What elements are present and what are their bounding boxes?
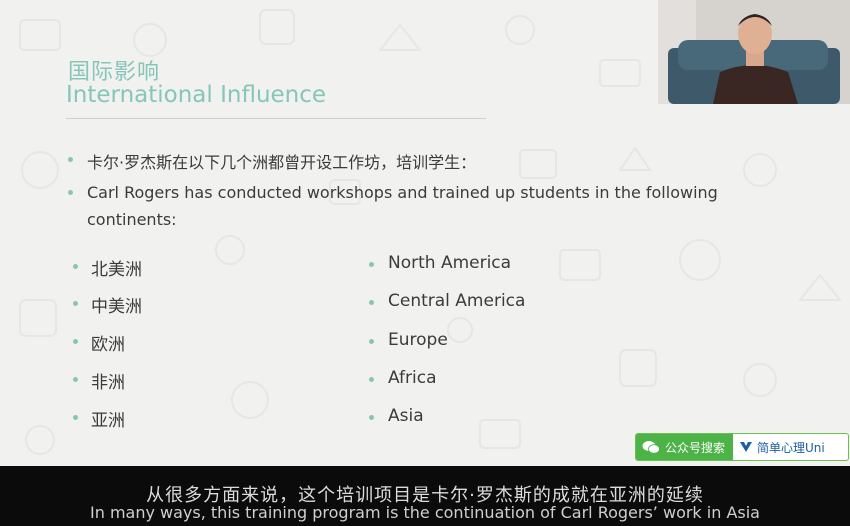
intro-english-line2: continents:: [87, 210, 177, 229]
presenter-video: [658, 0, 850, 104]
title-divider: [66, 118, 486, 119]
presenter-figure: [658, 0, 850, 104]
slide: 国际影响 International Influence 卡尔·罗杰斯在以下几个…: [0, 0, 850, 466]
bullet-dot: [369, 415, 374, 420]
continent-cn-item: 北美洲: [91, 260, 142, 280]
intro-english-line1: Carl Rogers has conducted workshops and …: [87, 183, 718, 202]
bullet-dot: [73, 415, 78, 420]
continent-en-item: North America: [388, 253, 512, 273]
wechat-badge: 公众号搜索 简单心理Uni: [635, 433, 849, 461]
continent-cn-item: 非洲: [91, 373, 125, 393]
badge-brand: 简单心理Uni: [733, 434, 831, 460]
wechat-icon: [642, 441, 660, 454]
continent-cn-item: 亚洲: [91, 411, 125, 431]
bullet-dot: [68, 157, 73, 162]
continent-cn-item: 欧洲: [91, 335, 125, 355]
subtitle-english: In many ways, this training program is t…: [90, 503, 760, 522]
continent-en-item: Asia: [388, 406, 424, 426]
bullet-dot: [369, 300, 374, 305]
bullet-dot: [68, 190, 73, 195]
badge-search-label: 公众号搜索: [665, 440, 726, 455]
continent-cn-item: 中美洲: [91, 297, 142, 317]
intro-chinese: 卡尔·罗杰斯在以下几个洲都曾开设工作坊，培训学生：: [87, 153, 477, 172]
brand-logo-icon: [740, 442, 753, 452]
bullet-dot: [73, 301, 78, 306]
bullet-dot: [73, 377, 78, 382]
continent-en-item: Africa: [388, 368, 437, 388]
continent-en-item: Central America: [388, 291, 526, 311]
bullet-dot: [73, 264, 78, 269]
continent-en-item: Europe: [388, 330, 448, 350]
slide-title-english: International Influence: [66, 82, 327, 108]
bullet-dot: [369, 262, 374, 267]
badge-search: 公众号搜索: [636, 434, 734, 460]
bullet-dot: [369, 339, 374, 344]
bullet-dot: [73, 339, 78, 344]
bullet-dot: [369, 377, 374, 382]
badge-brand-label: 简单心理Uni: [757, 440, 825, 455]
